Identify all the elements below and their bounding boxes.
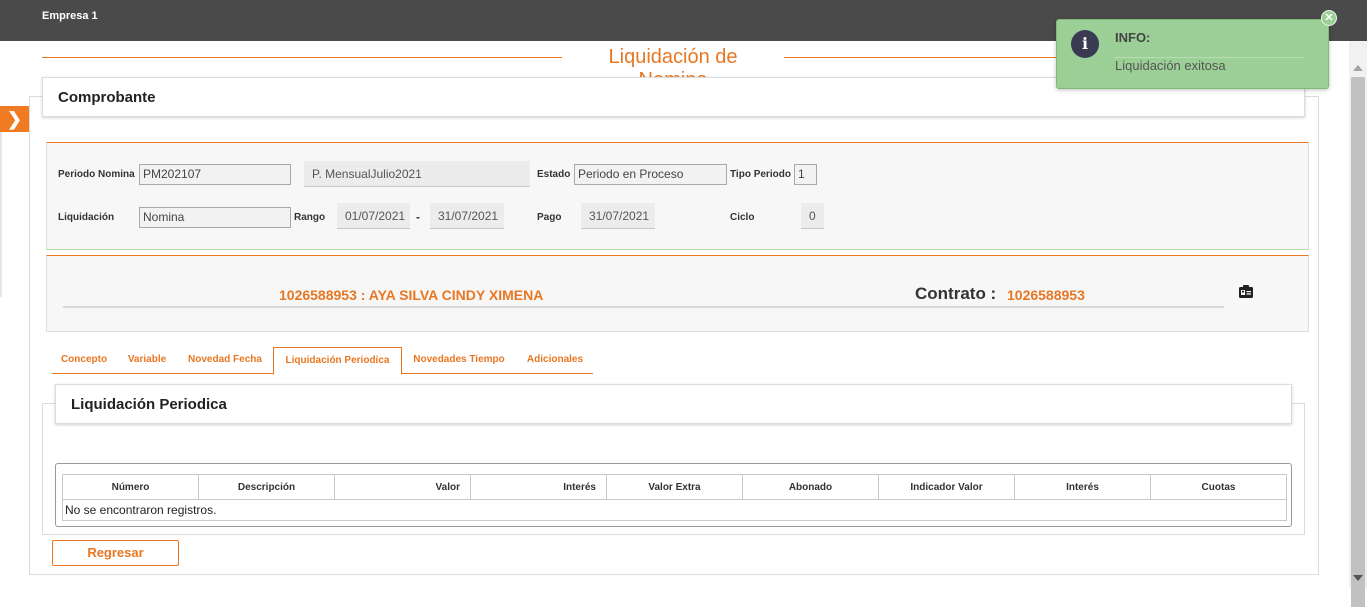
periodo-nomina-label: Periodo Nomina	[58, 169, 135, 180]
info-toast: i INFO: Liquidación exitosa	[1056, 19, 1329, 89]
info-icon: i	[1071, 30, 1099, 58]
column-header-interes-2[interactable]: Interés	[1015, 475, 1151, 500]
scroll-up-icon[interactable]	[1353, 65, 1363, 71]
tab-adicionales[interactable]: Adicionales	[517, 347, 593, 374]
tab-variable[interactable]: Variable	[116, 347, 178, 374]
tab-concepto[interactable]: Concepto	[52, 347, 116, 374]
liquidacion-input[interactable]: Nomina	[139, 207, 291, 228]
close-icon[interactable]: ✕	[1321, 10, 1337, 26]
column-header-descripcion[interactable]: Descripción	[199, 475, 335, 500]
column-header-abonado[interactable]: Abonado	[743, 475, 879, 500]
company-name: Empresa 1	[42, 10, 98, 22]
tipo-periodo-input[interactable]: 1	[794, 164, 817, 185]
column-header-valor[interactable]: Valor	[335, 475, 471, 500]
periodo-description-field: P. MensualJulio2021	[304, 161, 530, 187]
employee-name: 1026588953 : AYA SILVA CINDY XIMENA	[279, 287, 544, 303]
tab-novedades-tiempo[interactable]: Novedades Tiempo	[403, 347, 515, 374]
scrollbar-thumb[interactable]	[1351, 77, 1365, 607]
liquidacion-label: Liquidación	[58, 212, 115, 223]
tab-bar: Concepto Variable Novedad Fecha Liquidac…	[52, 347, 593, 375]
rango-desde-field: 01/07/2021	[337, 203, 410, 229]
subsection-title: Liquidación Periodica	[71, 396, 227, 413]
tab-novedad-fecha[interactable]: Novedad Fecha	[178, 347, 272, 374]
rango-hasta-field: 31/07/2021	[430, 203, 504, 229]
contrato-label: Contrato :	[915, 284, 997, 303]
tab-liquidacion-periodica[interactable]: Liquidación Periodica	[273, 347, 402, 375]
toast-title: INFO:	[1115, 30, 1151, 45]
column-header-cuotas[interactable]: Cuotas	[1151, 475, 1286, 500]
title-divider-left	[42, 57, 562, 58]
estado-label: Estado	[537, 169, 571, 180]
period-form-panel: Periodo Nomina PM202107 P. MensualJulio2…	[46, 142, 1309, 250]
pago-date-field: 31/07/2021	[581, 203, 655, 229]
empty-table-message: No se encontraron registros.	[65, 503, 217, 517]
vertical-scrollbar[interactable]	[1349, 41, 1367, 607]
rango-label: Rango	[294, 212, 326, 223]
toast-message: Liquidación exitosa	[1115, 58, 1226, 73]
employee-divider	[63, 306, 1224, 308]
id-card-icon[interactable]	[1238, 285, 1254, 299]
ciclo-label: Ciclo	[730, 212, 755, 223]
table-header-row: Número Descripción Valor Interés Valor E…	[63, 475, 1286, 500]
column-header-interes[interactable]: Interés	[471, 475, 607, 500]
employee-panel: 1026588953 : AYA SILVA CINDY XIMENA Cont…	[46, 255, 1309, 332]
column-header-indicador-valor[interactable]: Indicador Valor	[879, 475, 1015, 500]
estado-input[interactable]: Periodo en Proceso	[574, 164, 727, 185]
section-title: Comprobante	[58, 89, 156, 106]
back-button[interactable]: Regresar	[52, 540, 179, 566]
periodo-nomina-input[interactable]: PM202107	[139, 164, 291, 185]
rango-separator: -	[416, 210, 420, 224]
results-table: Número Descripción Valor Interés Valor E…	[62, 474, 1287, 521]
pago-label: Pago	[537, 212, 562, 223]
ciclo-field: 0	[801, 203, 824, 229]
contrato-value: 1026588953	[1007, 287, 1085, 303]
column-header-valor-extra[interactable]: Valor Extra	[607, 475, 743, 500]
sidebar-edge	[0, 132, 2, 297]
scroll-down-icon[interactable]	[1353, 575, 1363, 581]
chevron-right-icon: ❯	[6, 109, 23, 129]
subsection-header: Liquidación Periodica	[55, 384, 1292, 424]
tipo-periodo-label: Tipo Periodo	[730, 169, 791, 180]
sidebar-toggle-button[interactable]: ❯	[0, 106, 29, 132]
column-header-numero[interactable]: Número	[63, 475, 199, 500]
